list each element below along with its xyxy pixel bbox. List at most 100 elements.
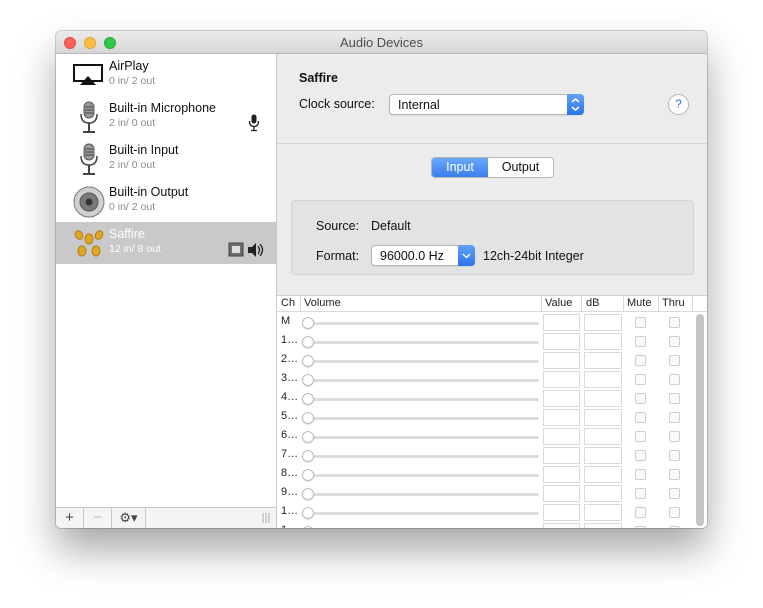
db-field[interactable]: [584, 390, 622, 407]
db-field[interactable]: [584, 409, 622, 426]
chevron-down-icon: [458, 245, 475, 266]
value-field[interactable]: [543, 314, 580, 331]
mute-checkbox[interactable]: [635, 507, 646, 518]
db-field[interactable]: [584, 314, 622, 331]
value-field[interactable]: [543, 352, 580, 369]
thru-checkbox[interactable]: [669, 488, 680, 499]
column-header-value[interactable]: Value: [545, 297, 572, 309]
volume-slider-track[interactable]: [307, 322, 539, 325]
thru-checkbox[interactable]: [669, 374, 680, 385]
tab-input[interactable]: Input: [432, 158, 488, 177]
volume-slider-track[interactable]: [307, 360, 539, 363]
thru-checkbox[interactable]: [669, 412, 680, 423]
remove-device-button[interactable]: −: [84, 508, 112, 528]
thru-checkbox[interactable]: [669, 507, 680, 518]
column-header-ch[interactable]: Ch: [281, 297, 295, 309]
db-field[interactable]: [584, 352, 622, 369]
volume-slider-track[interactable]: [307, 379, 539, 382]
db-field[interactable]: [584, 447, 622, 464]
volume-slider-knob[interactable]: [302, 355, 314, 367]
channel-label: 4…: [281, 391, 299, 403]
db-field[interactable]: [584, 371, 622, 388]
volume-slider-track[interactable]: [307, 493, 539, 496]
volume-slider-knob[interactable]: [302, 412, 314, 424]
value-field[interactable]: [543, 485, 580, 502]
volume-slider-track[interactable]: [307, 341, 539, 344]
db-field[interactable]: [584, 333, 622, 350]
add-device-button[interactable]: +: [56, 508, 84, 528]
db-field[interactable]: [584, 466, 622, 483]
value-field[interactable]: [543, 523, 580, 528]
table-scrollbar[interactable]: [696, 314, 704, 526]
volume-slider-knob[interactable]: [302, 507, 314, 519]
value-field[interactable]: [543, 504, 580, 521]
column-header-db[interactable]: dB: [586, 297, 599, 309]
column-header-thru[interactable]: Thru: [662, 297, 685, 309]
volume-slider-knob[interactable]: [302, 526, 314, 528]
gear-menu-button[interactable]: ⚙︎▾: [112, 508, 146, 528]
volume-slider-track[interactable]: [307, 512, 539, 515]
volume-slider-track[interactable]: [307, 474, 539, 477]
device-item-airplay[interactable]: AirPlay 0 in/ 2 out: [56, 54, 276, 96]
mute-checkbox[interactable]: [635, 355, 646, 366]
db-field[interactable]: [584, 485, 622, 502]
thru-checkbox[interactable]: [669, 355, 680, 366]
tab-output[interactable]: Output: [488, 158, 553, 177]
mute-checkbox[interactable]: [635, 431, 646, 442]
help-button[interactable]: ?: [668, 94, 689, 115]
device-item-saffire[interactable]: Saffire 12 in/ 8 out: [56, 222, 276, 264]
volume-slider-knob[interactable]: [302, 450, 314, 462]
volume-slider-track[interactable]: [307, 417, 539, 420]
db-field[interactable]: [584, 504, 622, 521]
thru-checkbox[interactable]: [669, 317, 680, 328]
format-popup[interactable]: 96000.0 Hz: [371, 245, 475, 266]
device-item-built-in-output[interactable]: Built-in Output 0 in/ 2 out: [56, 180, 276, 222]
db-field[interactable]: [584, 428, 622, 445]
value-field[interactable]: [543, 390, 580, 407]
channel-table: Ch Volume Value dB Mute Thru M 1… 2… 3… 4… 5……: [277, 295, 707, 528]
thru-checkbox[interactable]: [669, 336, 680, 347]
volume-slider-track[interactable]: [307, 436, 539, 439]
mute-checkbox[interactable]: [635, 450, 646, 461]
volume-slider-knob[interactable]: [302, 469, 314, 481]
column-header-mute[interactable]: Mute: [627, 297, 651, 309]
volume-slider-knob[interactable]: [302, 488, 314, 500]
mute-checkbox[interactable]: [635, 317, 646, 328]
mute-checkbox[interactable]: [635, 469, 646, 480]
value-field[interactable]: [543, 466, 580, 483]
title-bar[interactable]: Audio Devices: [56, 31, 707, 54]
volume-slider-track[interactable]: [307, 455, 539, 458]
table-row: 5…: [277, 408, 695, 427]
mute-checkbox[interactable]: [635, 393, 646, 404]
volume-slider-track[interactable]: [307, 398, 539, 401]
volume-slider-knob[interactable]: [302, 393, 314, 405]
value-field[interactable]: [543, 428, 580, 445]
thru-checkbox[interactable]: [669, 450, 680, 461]
clock-source-popup[interactable]: Internal: [389, 94, 584, 115]
value-field[interactable]: [543, 371, 580, 388]
volume-slider-knob[interactable]: [302, 336, 314, 348]
resize-grip-icon[interactable]: [262, 513, 270, 523]
volume-slider-knob[interactable]: [302, 374, 314, 386]
thru-checkbox[interactable]: [669, 469, 680, 480]
value-field[interactable]: [543, 447, 580, 464]
device-item-built-in-input[interactable]: Built-in Input 2 in/ 0 out: [56, 138, 276, 180]
thru-checkbox[interactable]: [669, 393, 680, 404]
volume-slider-knob[interactable]: [302, 317, 314, 329]
thru-checkbox[interactable]: [669, 431, 680, 442]
thru-checkbox[interactable]: [669, 526, 680, 528]
mute-checkbox[interactable]: [635, 488, 646, 499]
mute-checkbox[interactable]: [635, 526, 646, 528]
mute-checkbox[interactable]: [635, 374, 646, 385]
db-field[interactable]: [584, 523, 622, 528]
mute-checkbox[interactable]: [635, 336, 646, 347]
device-item-built-in-microphone[interactable]: Built-in Microphone 2 in/ 0 out: [56, 96, 276, 138]
column-header-volume[interactable]: Volume: [304, 297, 341, 309]
table-row: M: [277, 313, 695, 332]
mute-checkbox[interactable]: [635, 412, 646, 423]
value-field[interactable]: [543, 333, 580, 350]
table-row: 7…: [277, 446, 695, 465]
volume-slider-knob[interactable]: [302, 431, 314, 443]
default-output-badges-icon: [228, 242, 264, 257]
value-field[interactable]: [543, 409, 580, 426]
